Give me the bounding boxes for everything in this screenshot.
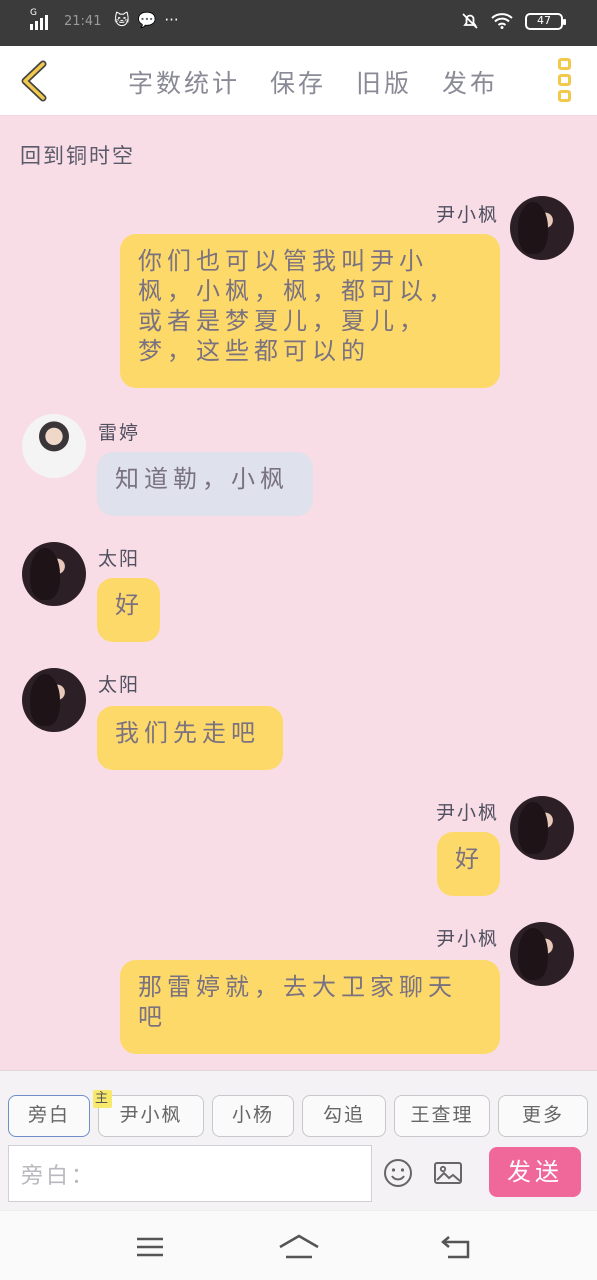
battery-icon: 47 <box>525 12 566 30</box>
save-button[interactable]: 保存 <box>270 64 326 100</box>
message-bubble[interactable]: 那雷婷就，去大卫家聊天吧 <box>120 960 500 1054</box>
network-type: G <box>30 8 37 18</box>
avatar[interactable] <box>510 922 574 986</box>
main-role-tag: 主 <box>93 1090 113 1108</box>
top-toolbar: 字数统计 保存 旧版 发布 <box>0 46 597 116</box>
more-notifications-icon: ··· <box>164 11 179 29</box>
message-bubble[interactable]: 知道勒，小枫 <box>97 452 313 516</box>
avatar[interactable] <box>22 542 86 606</box>
sender-name: 尹小枫 <box>435 204 499 226</box>
input-panel: 旁白 主 尹小枫 小杨 勾追 王查理 更多 旁白： 发送 <box>0 1070 597 1210</box>
sender-name: 尹小枫 <box>435 928 499 950</box>
avatar[interactable] <box>22 414 86 478</box>
more-roles-button[interactable]: 更多 <box>498 1095 588 1137</box>
clock: 21:41 <box>64 14 102 29</box>
publish-button[interactable]: 发布 <box>442 64 498 100</box>
sender-name: 太阳 <box>98 674 141 696</box>
back-button[interactable] <box>14 58 54 104</box>
role-chip-narrator[interactable]: 旁白 <box>8 1095 90 1137</box>
emoji-icon[interactable] <box>382 1157 414 1189</box>
role-chip-xiaoyang[interactable]: 小杨 <box>212 1095 294 1137</box>
old-version-button[interactable]: 旧版 <box>356 64 412 100</box>
role-chip-yin-xiaofeng[interactable]: 主 尹小枫 <box>93 1090 204 1137</box>
chevron-left-icon <box>21 60 47 102</box>
chat-area[interactable]: 回到铜时空 尹小枫 你们也可以管我叫尹小枫，小枫，枫，都可以，或者是梦夏儿，夏儿… <box>0 116 597 1070</box>
status-bar: G 21:41 🐱 💬 ··· 47 <box>0 0 597 46</box>
role-chip-wang-chali[interactable]: 王查理 <box>394 1095 490 1137</box>
avatar[interactable] <box>510 796 574 860</box>
word-count-button[interactable]: 字数统计 <box>128 64 240 100</box>
menu-icon[interactable] <box>134 1233 166 1261</box>
mute-bell-icon <box>462 13 478 29</box>
chat-bubble-icon: 💬 <box>137 11 157 29</box>
role-chip-gouzhui[interactable]: 勾追 <box>302 1095 386 1137</box>
signal-icon: G <box>30 8 48 30</box>
home-icon[interactable] <box>278 1233 320 1261</box>
message-bubble[interactable]: 好 <box>437 832 500 896</box>
message-bubble[interactable]: 好 <box>97 578 160 642</box>
more-menu-button[interactable] <box>558 58 571 102</box>
back-to-timeline-link[interactable]: 回到铜时空 <box>20 140 135 170</box>
message-bubble[interactable]: 我们先走吧 <box>97 706 283 770</box>
avatar[interactable] <box>22 668 86 732</box>
sender-name: 尹小枫 <box>435 802 499 824</box>
wifi-icon <box>491 13 513 29</box>
back-nav-icon[interactable] <box>440 1233 472 1261</box>
send-button[interactable]: 发送 <box>489 1147 581 1197</box>
image-icon[interactable] <box>432 1157 464 1189</box>
message-bubble[interactable]: 你们也可以管我叫尹小枫，小枫，枫，都可以，或者是梦夏儿，夏儿，梦，这些都可以的 <box>120 234 500 388</box>
sender-name: 太阳 <box>98 548 141 570</box>
avatar[interactable] <box>510 196 574 260</box>
system-navigation-bar <box>0 1210 597 1280</box>
sender-name: 雷婷 <box>98 422 141 444</box>
message-input[interactable]: 旁白： <box>8 1145 372 1202</box>
cat-app-icon: 🐱 <box>114 11 130 29</box>
